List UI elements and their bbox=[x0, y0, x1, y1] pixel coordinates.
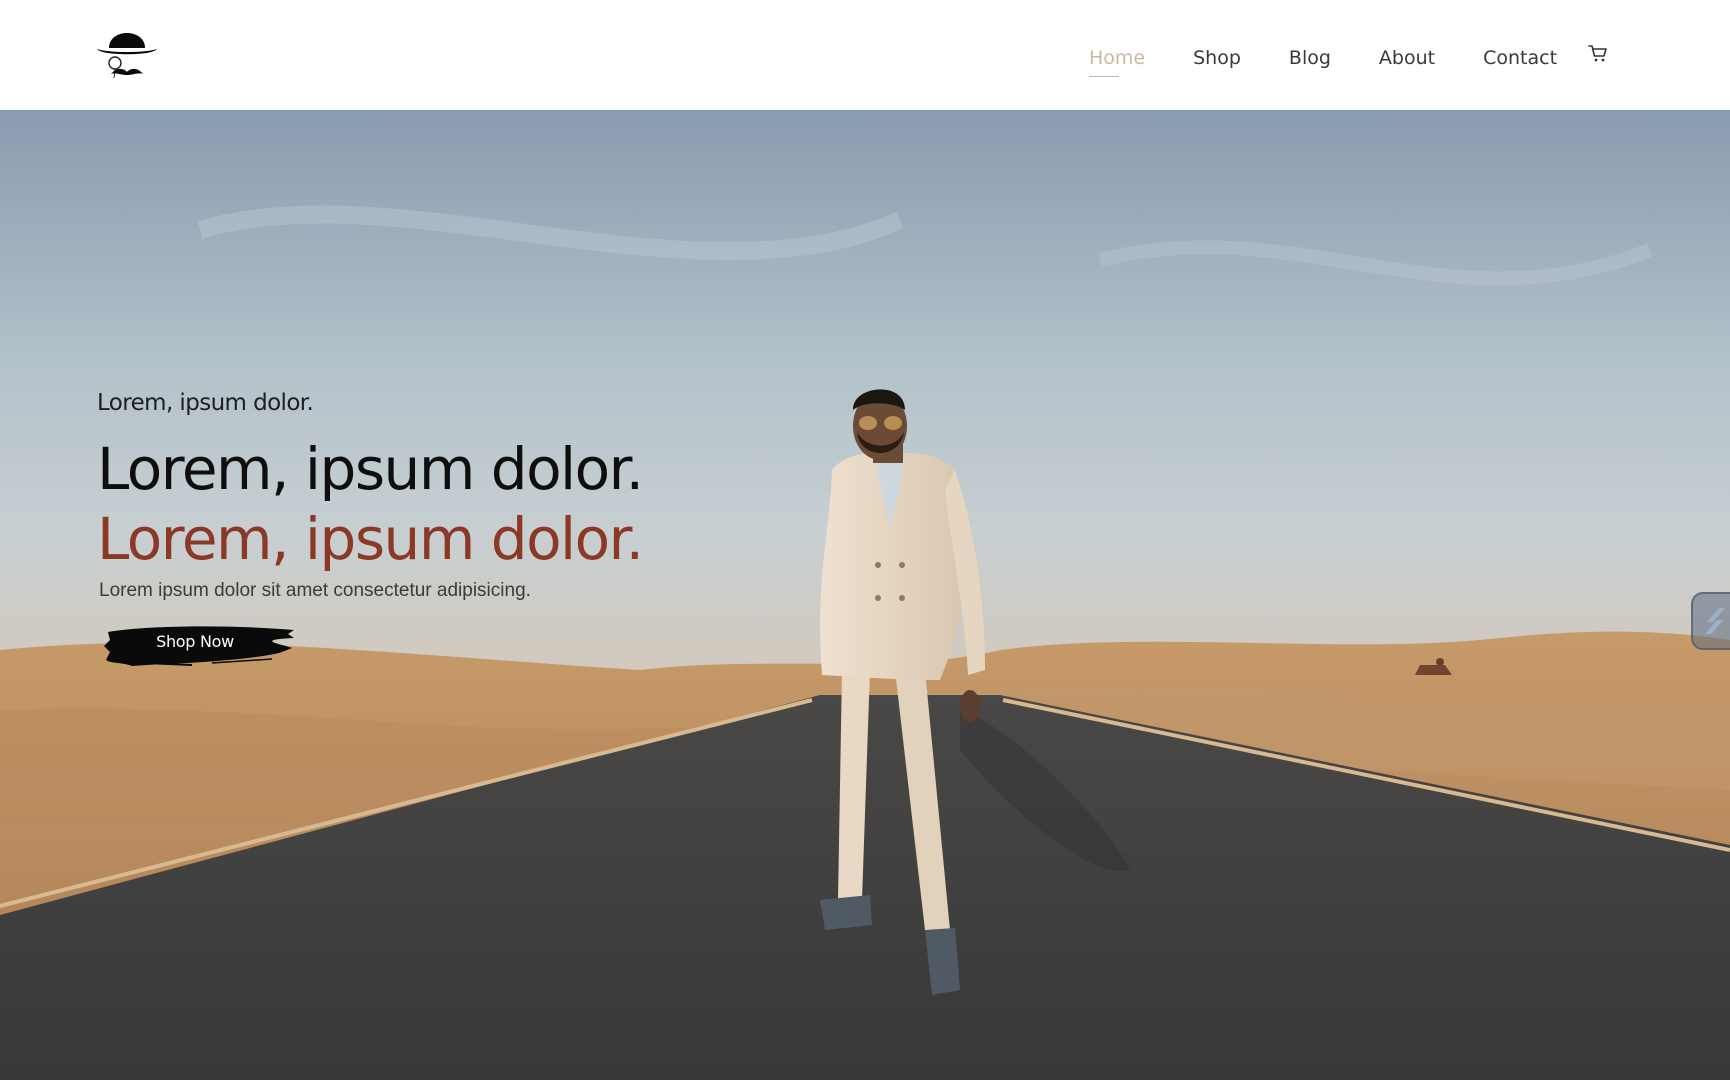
nav-home[interactable]: Home bbox=[1089, 47, 1145, 77]
nav-contact[interactable]: Contact bbox=[1483, 47, 1557, 69]
main-nav: Home Shop Blog About Contact bbox=[1089, 40, 1605, 77]
nav-blog[interactable]: Blog bbox=[1289, 47, 1331, 69]
nav-shop[interactable]: Shop bbox=[1193, 47, 1241, 69]
hero-eyebrow: Lorem, ipsum dolor. bbox=[97, 390, 314, 416]
floating-tool-button[interactable] bbox=[1691, 592, 1730, 650]
floating-tool-icon bbox=[1705, 608, 1725, 634]
hero-headline: Lorem, ipsum dolor. bbox=[97, 435, 644, 503]
cart-button[interactable] bbox=[1587, 43, 1609, 65]
site-header: Home Shop Blog About Contact bbox=[0, 0, 1730, 110]
hero-copy: Lorem, ipsum dolor. Lorem, ipsum dolor. … bbox=[97, 390, 797, 666]
page: Home Shop Blog About Contact Lorem, ipsu… bbox=[0, 0, 1730, 1080]
hero-subtext: Lorem ipsum dolor sit amet consectetur a… bbox=[99, 580, 531, 601]
shop-now-label: Shop Now bbox=[156, 632, 234, 651]
hero-headline-accent: Lorem, ipsum dolor. bbox=[97, 505, 644, 573]
cart-icon bbox=[1588, 45, 1607, 62]
shop-now-button[interactable]: Shop Now bbox=[102, 622, 298, 668]
hero-section: Lorem, ipsum dolor. Lorem, ipsum dolor. … bbox=[0, 110, 1730, 1080]
nav-about[interactable]: About bbox=[1379, 47, 1435, 69]
site-logo[interactable] bbox=[95, 22, 159, 84]
bowler-hat-mustache-icon bbox=[97, 33, 157, 79]
